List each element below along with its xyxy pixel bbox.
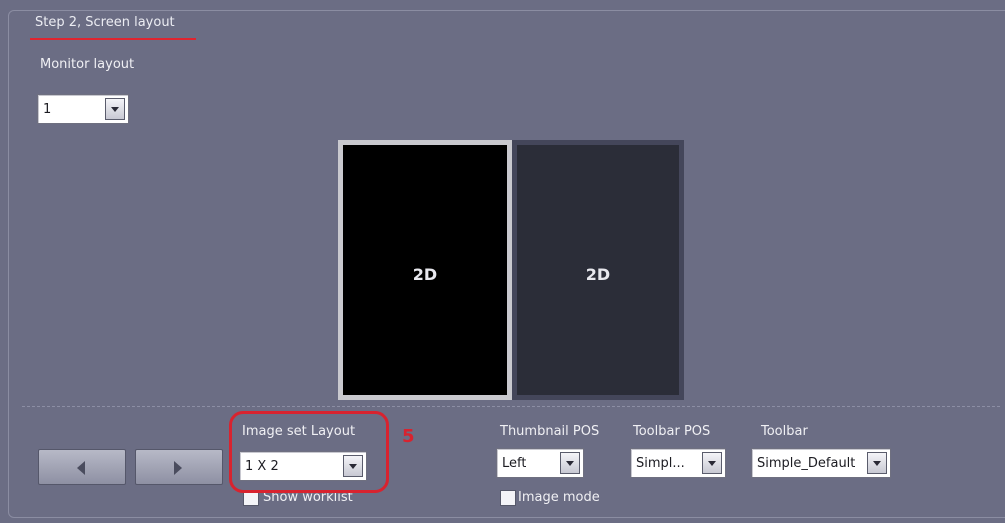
thumbnail-pos-label: Thumbnail POS — [500, 424, 600, 439]
previous-button[interactable] — [38, 449, 126, 485]
thumbnail-pos-select[interactable]: Left — [496, 448, 584, 478]
toolbar-value: Simple_Default — [757, 456, 856, 471]
toolbar-pos-select[interactable]: Simpl... — [630, 448, 726, 478]
toolbar-pos-label: Toolbar POS — [633, 424, 711, 439]
monitor-layout-label: Monitor layout — [40, 57, 135, 72]
title-underline-annotation — [30, 38, 196, 40]
image-mode-label: Image mode — [518, 490, 600, 505]
screen-preview-2[interactable]: 2D — [512, 140, 684, 400]
monitor-layout-select[interactable]: 1 — [37, 94, 129, 124]
arrow-left-icon — [77, 461, 85, 475]
toolbar-pos-value: Simpl... — [636, 456, 685, 471]
section-divider — [22, 406, 1000, 407]
thumbnail-pos-value: Left — [502, 456, 527, 471]
image-mode-checkbox[interactable] — [500, 490, 516, 506]
chevron-down-icon[interactable] — [702, 452, 722, 474]
screen-1-label: 2D — [412, 265, 438, 284]
arrow-right-icon — [174, 461, 182, 475]
monitor-layout-value: 1 — [43, 102, 52, 117]
group-title: Step 2, Screen layout — [30, 14, 180, 31]
toolbar-label: Toolbar — [761, 424, 808, 439]
toolbar-select[interactable]: Simple_Default — [751, 448, 891, 478]
chevron-down-icon[interactable] — [560, 452, 580, 474]
highlight-annotation — [229, 411, 389, 493]
chevron-down-icon[interactable] — [105, 98, 125, 120]
step-number-annotation: 5 — [402, 426, 415, 447]
chevron-down-icon[interactable] — [867, 452, 887, 474]
next-button[interactable] — [135, 449, 223, 485]
screen-preview-1[interactable]: 2D — [338, 140, 512, 400]
screen-2-label: 2D — [585, 265, 611, 284]
